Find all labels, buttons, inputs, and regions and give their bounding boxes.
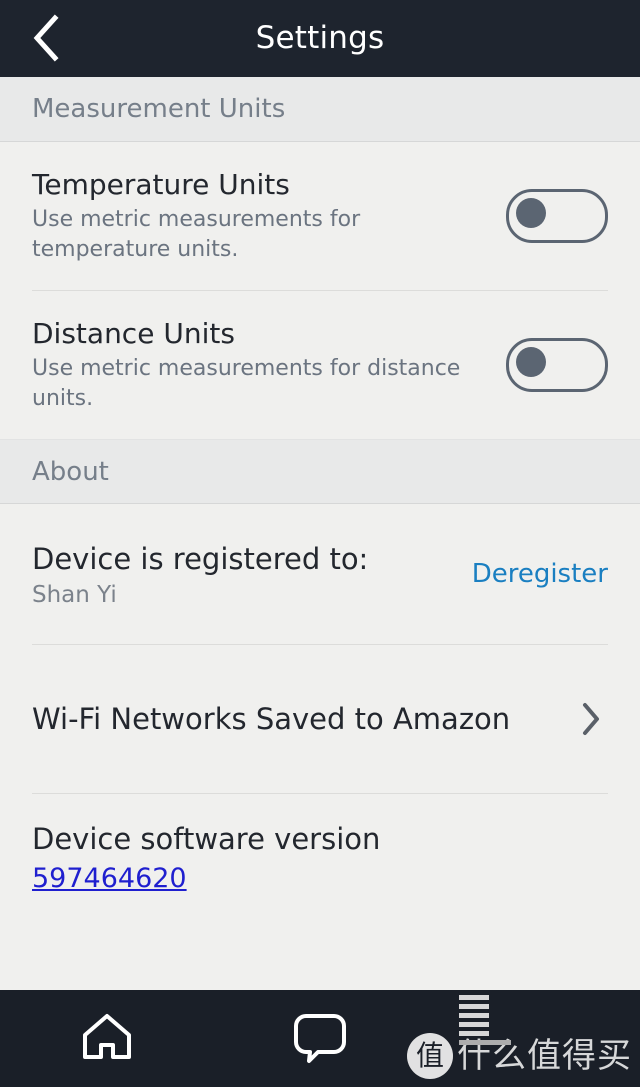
toggle-knob [516, 347, 546, 377]
row-title: Wi-Fi Networks Saved to Amazon [32, 702, 511, 736]
row-distance-units[interactable]: Distance Units Use metric measurements f… [0, 291, 640, 439]
row-text: Device is registered to: Shan Yi [32, 539, 456, 609]
deregister-link[interactable]: Deregister [472, 559, 608, 589]
chevron-right-icon[interactable] [574, 702, 608, 736]
section-header-measurement-units: Measurement Units [0, 77, 640, 142]
bottom-navigation-bar: 值 什么值得买 [0, 990, 640, 1087]
row-title: Distance Units [32, 317, 235, 350]
distance-units-toggle[interactable] [506, 338, 608, 392]
content-spacer [0, 922, 640, 990]
row-subtitle: Use metric measurements for temperature … [32, 207, 361, 262]
settings-screen: Settings Measurement Units Temperature U… [0, 0, 640, 1087]
watermark-smzdm: 值 什么值得买 [407, 995, 632, 1079]
watermark-badge: 值 [407, 1033, 453, 1079]
software-version-link[interactable]: 597464620 [32, 861, 187, 897]
measurement-units-group: Temperature Units Use metric measurement… [0, 142, 640, 439]
page-title: Settings [255, 20, 385, 56]
row-wifi-networks[interactable]: Wi-Fi Networks Saved to Amazon [0, 645, 640, 793]
bar-chart-icon [459, 995, 515, 1045]
section-title-label: About [32, 456, 109, 487]
row-title: Temperature Units [32, 168, 290, 201]
nav-item-home[interactable] [0, 990, 213, 1087]
registered-user-name: Shan Yi [32, 582, 117, 608]
row-text: Temperature Units Use metric measurement… [32, 167, 488, 265]
section-header-about: About [0, 439, 640, 504]
about-group: Device is registered to: Shan Yi Deregis… [0, 504, 640, 922]
row-subtitle: Use metric measurements for distance uni… [32, 356, 461, 411]
nav-item-messages[interactable] [213, 990, 426, 1087]
home-icon [79, 1011, 135, 1067]
row-title: Device software version [32, 822, 381, 856]
row-title: Device is registered to: [32, 542, 369, 576]
row-device-software-version[interactable]: Device software version 597464620 [0, 794, 640, 922]
chat-bubble-icon [293, 1010, 347, 1068]
row-text: Distance Units Use metric measurements f… [32, 316, 488, 414]
section-title-label: Measurement Units [32, 94, 286, 124]
row-text: Wi-Fi Networks Saved to Amazon [32, 696, 558, 742]
temperature-units-toggle[interactable] [506, 189, 608, 243]
row-text: Device software version 597464620 [32, 819, 608, 897]
row-device-registered[interactable]: Device is registered to: Shan Yi Deregis… [0, 504, 640, 644]
toggle-knob [516, 198, 546, 228]
row-temperature-units[interactable]: Temperature Units Use metric measurement… [0, 142, 640, 290]
app-header: Settings [0, 0, 640, 77]
